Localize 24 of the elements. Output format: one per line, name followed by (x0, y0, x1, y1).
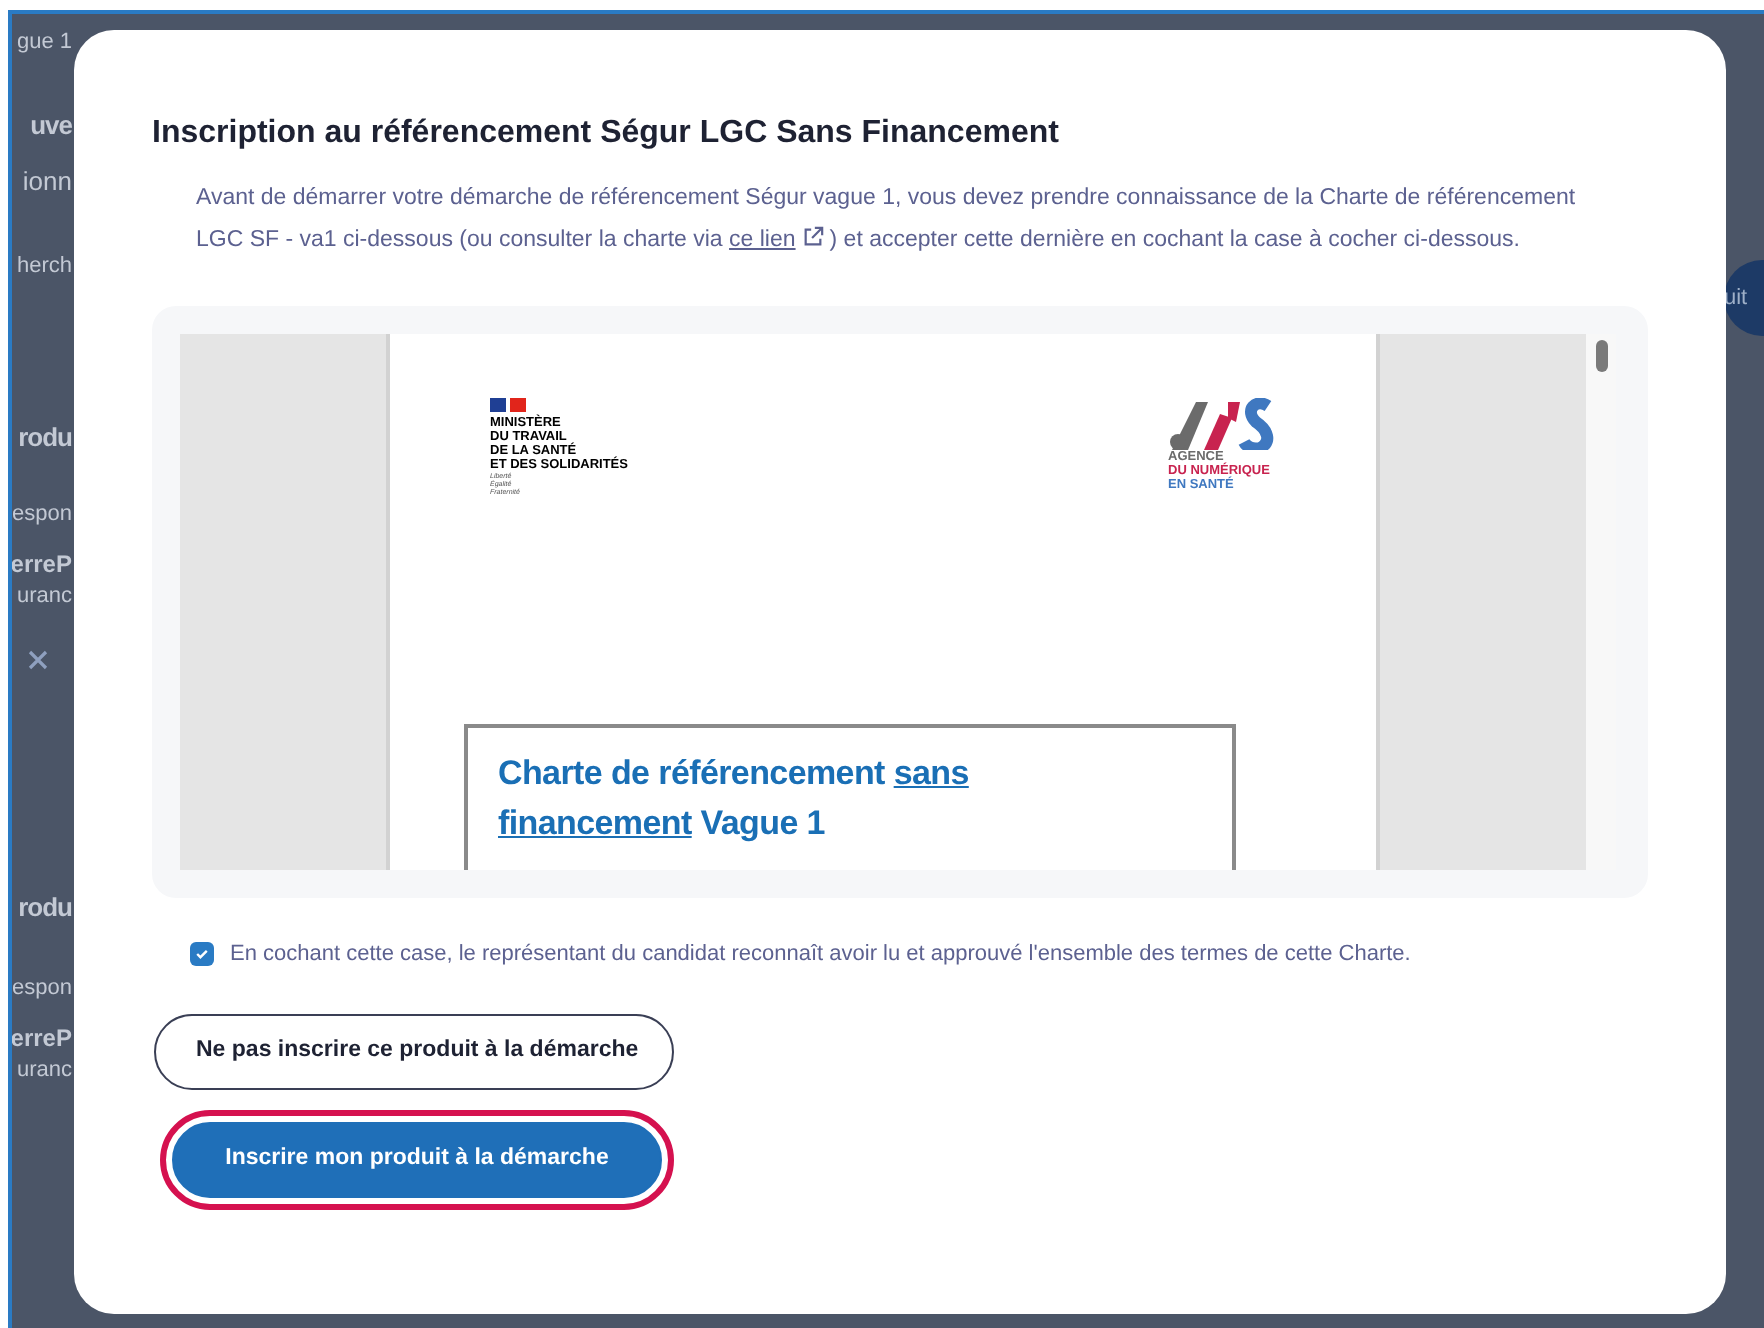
check-icon (194, 946, 210, 963)
close-icon (28, 650, 48, 670)
background-text: rodu (18, 422, 72, 455)
background-text: uranc (16, 584, 72, 612)
consent-label: En cochant cette case, le représentant du candidat reconnaît avoir lu et approuvé l'ensemble des termes de cette Charte. (230, 940, 1411, 970)
background-text: erreP (12, 1023, 72, 1054)
background-text: uve (30, 109, 72, 142)
link[interactable]: ce lien (729, 228, 796, 252)
background-text: espon (12, 976, 72, 1004)
intro-paragraph: Avant de démarrer votre démarche de référencement Ségur vague 1, vous devez prendre connaissance de la Charte de référencement LGC SF - va1 ci-dessous (ou consulter la charte via ce lien ) et accepter cette dernière en cochant la case à cocher ci-dessous. (196, 184, 1578, 256)
background-text: ionn (22, 166, 72, 199)
dialog-title: Inscription au référencement Ségur LGC Sans Financement (152, 114, 1061, 154)
background-text: gue 1 (16, 30, 72, 58)
background-text: uranc (16, 1057, 72, 1085)
background-text: rodu (18, 891, 72, 924)
background-text: espon (12, 502, 72, 530)
background-text: herch (16, 254, 72, 282)
background-text: erreP (12, 550, 72, 580)
document-title: Charte de référencement sans financement Vague 1 (498, 752, 971, 846)
checkbox[interactable] (190, 942, 214, 967)
scrollbar-thumb[interactable] (1595, 340, 1607, 372)
decline-button[interactable]: Ne pas inscrire ce produit à la démarche (154, 1013, 674, 1089)
flag-icon (490, 398, 526, 412)
external-link-icon[interactable] (801, 226, 824, 248)
